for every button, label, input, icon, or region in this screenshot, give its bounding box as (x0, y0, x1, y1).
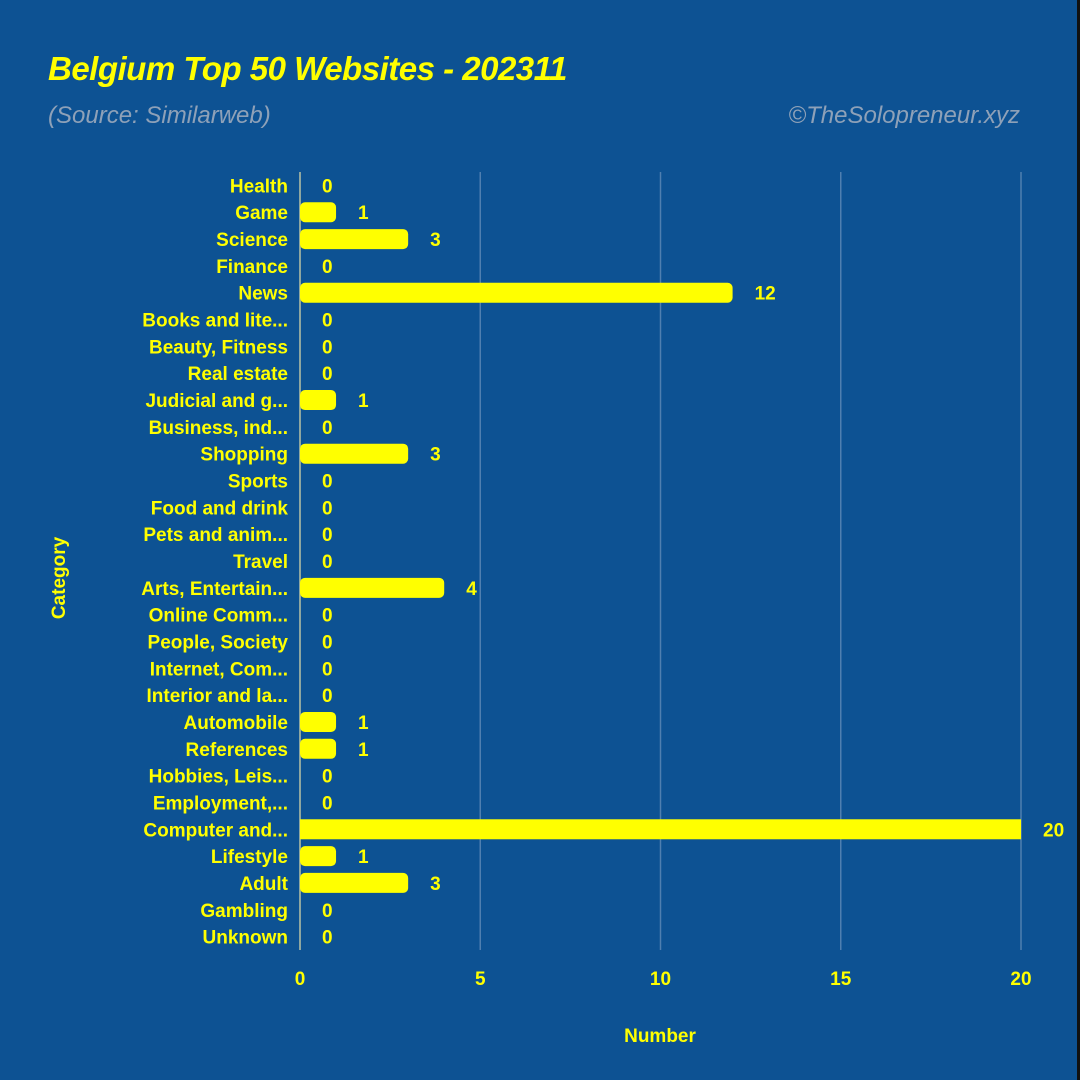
value-label: 0 (322, 632, 333, 653)
value-label: 0 (322, 606, 333, 627)
category-label: Lifestyle (211, 847, 288, 868)
category-label: Books and lite... (142, 311, 288, 332)
bar (300, 846, 337, 867)
category-label: Adult (239, 874, 288, 895)
category-label: Computer and... (143, 820, 288, 841)
x-tick-label: 10 (650, 969, 671, 990)
bar (300, 819, 1021, 840)
x-tick-label: 20 (1010, 969, 1031, 990)
value-label: 0 (322, 901, 333, 922)
category-label: Shopping (200, 445, 288, 466)
value-label: 0 (322, 364, 333, 385)
value-label: 12 (755, 284, 776, 305)
value-label: 1 (358, 713, 369, 734)
value-label: 0 (322, 659, 333, 680)
value-label: 4 (466, 579, 477, 600)
category-label: Business, ind... (149, 418, 288, 439)
value-label: 3 (430, 874, 441, 895)
category-label: Travel (233, 552, 288, 573)
x-axis-title: Number (624, 1026, 696, 1047)
value-label: 1 (358, 391, 369, 412)
value-label: 0 (322, 793, 333, 814)
value-label: 0 (322, 525, 333, 546)
category-label: Judicial and g... (145, 391, 288, 412)
category-label: Science (216, 230, 288, 251)
category-label: Online Comm... (149, 606, 288, 627)
category-label: Gambling (200, 901, 288, 922)
value-label: 1 (358, 740, 369, 761)
category-label: Sports (228, 472, 288, 493)
category-label: Interior and la... (147, 686, 288, 707)
x-tick-label: 15 (830, 969, 852, 990)
category-label: Real estate (188, 364, 288, 385)
bar (300, 390, 337, 411)
value-label: 3 (430, 445, 441, 466)
value-label: 0 (322, 686, 333, 707)
category-label: Unknown (203, 928, 289, 949)
category-label: References (186, 740, 288, 761)
category-label: Game (235, 203, 288, 224)
bar (300, 872, 409, 893)
value-label: 0 (322, 176, 333, 197)
category-label: Pets and anim... (143, 525, 288, 546)
value-label: 0 (322, 767, 333, 788)
value-label: 0 (322, 928, 333, 949)
category-label: Food and drink (151, 498, 289, 519)
bar (300, 443, 409, 464)
bar (300, 282, 733, 303)
bar (300, 202, 337, 223)
value-label: 1 (358, 847, 369, 868)
x-tick-label: 0 (295, 969, 306, 990)
category-label: Employment,... (153, 793, 288, 814)
value-label: 0 (322, 311, 333, 332)
x-tick-label: 5 (475, 969, 486, 990)
value-label: 0 (322, 257, 333, 278)
bar (300, 577, 445, 598)
category-label: Automobile (184, 713, 289, 734)
category-label: Internet, Com... (150, 659, 288, 680)
value-label: 0 (322, 337, 333, 358)
bar (300, 738, 337, 759)
value-label: 0 (322, 418, 333, 439)
value-label: 0 (322, 472, 333, 493)
bar (300, 711, 337, 732)
category-label: Arts, Entertain... (141, 579, 288, 600)
category-label: News (238, 284, 288, 305)
value-label: 1 (358, 203, 369, 224)
category-label: Health (230, 176, 288, 197)
value-label: 3 (430, 230, 441, 251)
category-label: Hobbies, Leis... (149, 767, 288, 788)
category-labels: Health Game Science Finance News Books and li… (141, 176, 288, 948)
category-label: Finance (216, 257, 288, 278)
category-label: Beauty, Fitness (149, 337, 288, 358)
x-tick-labels: 0 5 10 15 20 (295, 969, 1032, 990)
value-label: 0 (322, 498, 333, 519)
y-axis-title: Category (49, 536, 70, 619)
value-label: 0 (322, 552, 333, 573)
category-label: People, Society (148, 632, 289, 653)
bar (300, 229, 409, 250)
value-label: 20 (1043, 820, 1064, 841)
bar-chart: Health Game Science Finance News Books and li… (49, 172, 1064, 1047)
